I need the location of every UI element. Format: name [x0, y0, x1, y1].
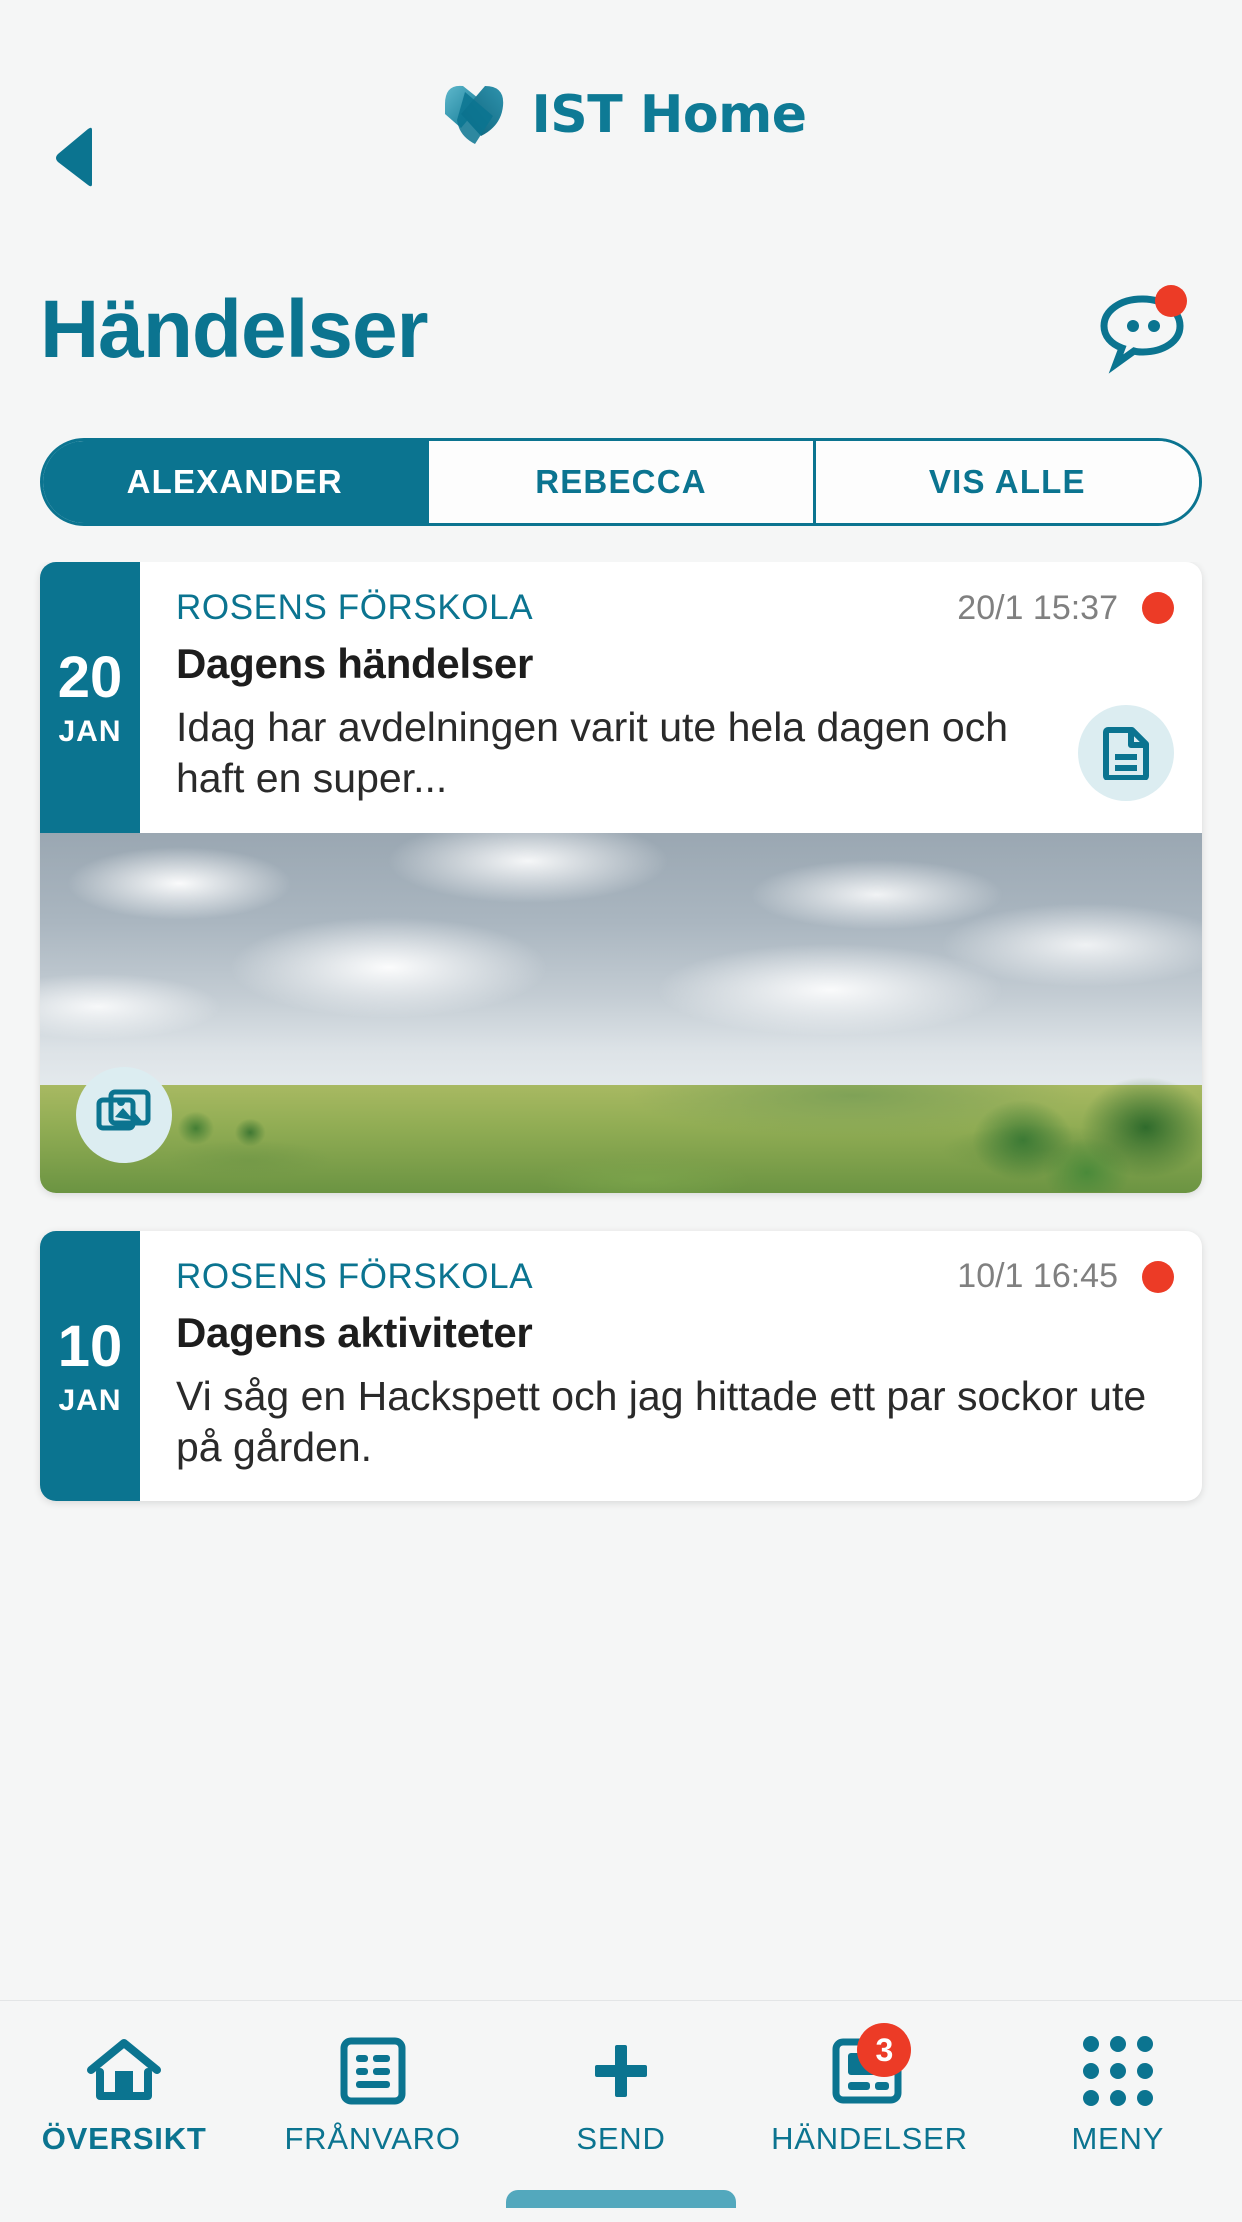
- nav-item-meny[interactable]: MENY: [994, 2035, 1242, 2157]
- tab-vis-alle[interactable]: VIS ALLE: [815, 441, 1199, 523]
- plus-icon: [595, 2045, 648, 2097]
- event-unread-dot: [1142, 1260, 1174, 1293]
- back-button[interactable]: [40, 122, 110, 192]
- event-title: Dagens händelser: [176, 640, 533, 687]
- top-bar: IST Home: [0, 0, 1242, 230]
- home-indicator: [506, 2190, 736, 2208]
- event-date-month: JAN: [58, 715, 122, 749]
- home-icon: [87, 2039, 162, 2100]
- logo-text: IST Home: [531, 85, 807, 145]
- event-text: Vi såg en Hackspett och jag hittade ett …: [176, 1372, 1147, 1470]
- events-feed: 20 JAN ROSENS FÖRSKOLA 20/1 15:37 Dagens…: [0, 562, 1242, 2222]
- document-icon: [1103, 727, 1149, 781]
- nav-item-franvaro[interactable]: FRÅNVARO: [248, 2035, 496, 2157]
- ist-logo-icon: [445, 85, 504, 144]
- nav-item-handelser[interactable]: 3 HÄNDELSER: [745, 2023, 993, 2157]
- event-date-month: JAN: [58, 1383, 122, 1417]
- app-logo: IST Home: [435, 76, 807, 154]
- event-date-badge: 10 JAN: [40, 1230, 140, 1501]
- photo-trees-right: [946, 1062, 1202, 1193]
- nav-item-send[interactable]: SEND: [497, 2035, 745, 2157]
- child-filter-tabs[interactable]: ALEXANDER REBECCA VIS ALLE: [40, 438, 1202, 526]
- nav-label: MENY: [1071, 2121, 1165, 2156]
- event-source: ROSENS FÖRSKOLA: [176, 1256, 534, 1296]
- event-card[interactable]: 20 JAN ROSENS FÖRSKOLA 20/1 15:37 Dagens…: [40, 562, 1202, 1193]
- gallery-button[interactable]: [76, 1066, 172, 1163]
- tab-alexander[interactable]: ALEXANDER: [43, 441, 430, 523]
- event-card[interactable]: 10 JAN ROSENS FÖRSKOLA 10/1 16:45 Dagens…: [40, 1230, 1202, 1502]
- chat-button[interactable]: [1094, 285, 1194, 375]
- event-time: 10/1 16:45: [957, 1257, 1118, 1295]
- chat-unread-dot: [1155, 285, 1187, 317]
- event-photo[interactable]: [40, 832, 1202, 1193]
- grid-dots-icon: [1082, 2036, 1153, 2106]
- event-card-body: ROSENS FÖRSKOLA 10/1 16:45 Dagens aktivi…: [140, 1231, 1202, 1502]
- nav-item-oversikt[interactable]: ÖVERSIKT: [0, 2035, 248, 2157]
- event-time: 20/1 15:37: [957, 588, 1118, 627]
- nav-label: ÖVERSIKT: [41, 2121, 207, 2156]
- tab-rebecca[interactable]: REBECCA: [429, 441, 816, 523]
- nav-label: HÄNDELSER: [771, 2121, 968, 2156]
- chat-bubble-icon: [1100, 285, 1187, 374]
- nav-label: SEND: [576, 2121, 666, 2156]
- back-arrow-icon: [56, 127, 92, 187]
- document-list-icon: [340, 2037, 406, 2105]
- event-title: Dagens aktiviteter: [176, 1308, 533, 1356]
- page-title-row: Händelser: [0, 260, 1242, 400]
- gallery-icon: [96, 1089, 151, 1130]
- event-source: ROSENS FÖRSKOLA: [176, 588, 534, 627]
- event-date-badge: 20 JAN: [40, 562, 140, 833]
- nav-label: FRÅNVARO: [284, 2121, 461, 2156]
- event-card-body: ROSENS FÖRSKOLA 20/1 15:37 Dagens händel…: [140, 562, 1202, 833]
- document-attachment-button[interactable]: [1078, 705, 1174, 802]
- event-date-day: 10: [57, 1313, 123, 1379]
- bottom-navigation: ÖVERSIKT FRÅNVARO SEND 3 HÄNDELSER MENY: [0, 2000, 1242, 2208]
- event-text: Idag har avdelningen varit ute hela dage…: [176, 704, 1009, 802]
- event-date-day: 20: [57, 645, 123, 711]
- event-unread-dot: [1142, 592, 1174, 624]
- page-title: Händelser: [40, 284, 429, 375]
